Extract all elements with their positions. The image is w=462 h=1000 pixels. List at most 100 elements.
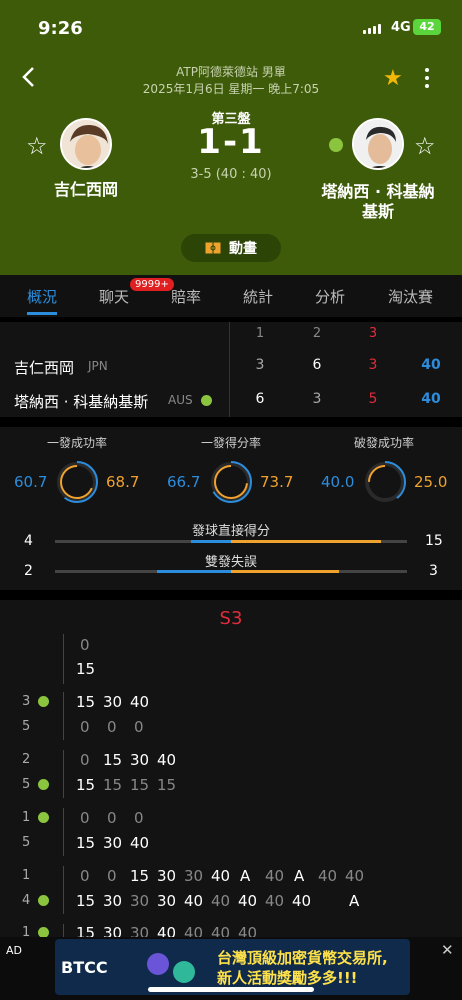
bar2-track xyxy=(55,570,407,573)
g1-top-p3: 40 xyxy=(130,693,150,711)
ad-subline: 新人活動獎勵多多!!! xyxy=(217,969,358,987)
g1-bot-p1: 0 xyxy=(80,718,90,736)
close-ad-icon[interactable]: ✕ xyxy=(441,941,454,959)
stat-label-break: 破發成功率 xyxy=(353,436,414,450)
g4-bot-p4: 30 xyxy=(157,892,177,910)
serving-ball-icon xyxy=(329,138,343,152)
g4-top-p4: 30 xyxy=(157,867,177,885)
player2-name[interactable]: 塔納西 · 科基納 基斯 xyxy=(308,182,448,222)
g4-bot-p6: 40 xyxy=(211,892,231,910)
g4-top-p7: A xyxy=(240,867,251,885)
g1-top-p1: 15 xyxy=(76,693,96,711)
g3-top-games: 1 xyxy=(22,810,31,825)
g3-top-p3: 0 xyxy=(134,809,144,827)
bar1-label: 發球直接得分 xyxy=(191,524,270,539)
g1-bot-p3: 0 xyxy=(134,718,144,736)
p2-set3: 5 xyxy=(368,391,378,407)
bar2-label: 雙發失誤 xyxy=(204,555,257,570)
ad-bar: AD BTCC 台灣頂級加密貨幣交易所, 新人活動獎勵多多!!! ✕ xyxy=(0,937,462,1000)
game-score: 3-5 (40 : 40) xyxy=(190,167,272,182)
battery-icon: 42 xyxy=(413,19,441,35)
tab-stats[interactable]: 統計 xyxy=(243,286,273,307)
serve-ball-icon xyxy=(38,696,49,707)
animation-label: 動畫 xyxy=(229,241,257,257)
player1-name[interactable]: 吉仁西岡 xyxy=(40,180,132,200)
g2-top-p2: 15 xyxy=(103,751,123,769)
g4-top-games: 1 xyxy=(22,868,31,883)
g3-bot-p2: 30 xyxy=(103,834,123,852)
ad-headline: 台灣頂級加密貨幣交易所, xyxy=(217,949,388,967)
bar1-track xyxy=(55,540,407,543)
ring2-right-value: 73.7 xyxy=(260,473,294,491)
g2-bot-p3: 15 xyxy=(130,776,150,794)
status-bar: 9:26 4G 42 xyxy=(0,18,462,40)
tab-knockout[interactable]: 淘汰賽 xyxy=(388,286,433,307)
ring1-right-value: 68.7 xyxy=(106,473,140,491)
row-player2-country: AUS xyxy=(168,393,193,407)
g4-top-p5: 30 xyxy=(184,867,204,885)
ring3-chart xyxy=(364,461,406,503)
animation-button[interactable]: 動畫 xyxy=(181,234,281,262)
point-by-point-panel: S3 0 15 3 5 15 30 40 0 0 0 2 5 0 15 30 4… xyxy=(0,600,462,942)
g4-bot-p9: 40 xyxy=(292,892,312,910)
g2-top-p4: 40 xyxy=(157,751,177,769)
g4-top-p8: 40 xyxy=(265,867,285,885)
player2-name-line1: 塔納西 · 科基納 xyxy=(321,182,435,201)
serving-ball-icon xyxy=(201,395,212,406)
header-set-2: 2 xyxy=(312,326,322,341)
player2-avatar[interactable] xyxy=(352,118,404,170)
g2-bot-p2: 15 xyxy=(103,776,123,794)
g2-bottom-games: 5 xyxy=(22,777,31,792)
r0-top: 0 xyxy=(80,636,90,654)
p1-set2: 6 xyxy=(312,357,322,373)
bar1-left-value: 4 xyxy=(24,533,33,549)
bar1-right-value: 15 xyxy=(425,533,443,549)
status-time: 9:26 xyxy=(38,18,83,39)
g3-bot-p3: 40 xyxy=(130,834,150,852)
follow-player2-star-icon[interactable]: ☆ xyxy=(414,132,436,160)
stat-label-first-serve-won: 一發得分率 xyxy=(200,436,261,450)
bar1-right-fill xyxy=(231,540,381,543)
tab-chat[interactable]: 聊天 xyxy=(99,286,129,307)
ad-label: AD xyxy=(6,944,22,957)
signal-icon xyxy=(363,24,381,34)
g4-bot-p8: 40 xyxy=(265,892,285,910)
bar1-left-fill xyxy=(191,540,231,543)
more-menu-icon[interactable] xyxy=(422,68,432,90)
favorite-star-icon[interactable]: ★ xyxy=(383,66,403,91)
ad-coin-icon xyxy=(147,953,169,975)
tab-analysis[interactable]: 分析 xyxy=(315,286,345,307)
g4-top-p9: A xyxy=(294,867,305,885)
network-label: 4G xyxy=(391,20,411,35)
set3-title: S3 xyxy=(219,608,243,629)
tab-overview[interactable]: 概況 xyxy=(27,286,57,307)
g2-top-p1: 0 xyxy=(80,751,90,769)
set-score-table: 1 2 3 吉仁西岡 JPN 3 6 3 40 塔納西 · 科基納基斯 AUS … xyxy=(0,322,462,417)
g4-bot-p10: A xyxy=(349,892,360,910)
chat-count-badge: 9999+ xyxy=(130,278,174,291)
p1-set3: 3 xyxy=(368,357,378,373)
tab-odds[interactable]: 賠率 xyxy=(171,286,201,307)
header-set-3: 3 xyxy=(368,326,378,341)
g4-bot-p5: 40 xyxy=(184,892,204,910)
g4-top-p6: 40 xyxy=(211,867,231,885)
g1-bottom-games: 5 xyxy=(22,719,31,734)
p1-set1: 3 xyxy=(255,357,265,373)
g4-bot-p7: 40 xyxy=(238,892,258,910)
g1-top-games: 3 xyxy=(22,694,31,709)
g2-bot-p1: 15 xyxy=(76,776,96,794)
ring1-left-value: 60.7 xyxy=(14,473,48,491)
g1-top-p2: 30 xyxy=(103,693,123,711)
ad-tether-icon xyxy=(173,961,195,983)
r0-bottom: 15 xyxy=(76,660,96,678)
serve-ball-icon xyxy=(38,779,49,790)
bar2-left-value: 2 xyxy=(24,563,33,579)
game-divider xyxy=(63,750,64,798)
active-tab-indicator xyxy=(27,312,57,315)
row-player1-country: JPN xyxy=(88,359,108,373)
serve-ball-icon xyxy=(38,895,49,906)
p2-points: 40 xyxy=(421,391,441,407)
table-row-player2: 塔納西 · 科基納基斯 AUS 6 3 5 40 xyxy=(0,391,462,423)
game-divider xyxy=(63,634,64,684)
g4-bot-p3: 30 xyxy=(130,892,150,910)
